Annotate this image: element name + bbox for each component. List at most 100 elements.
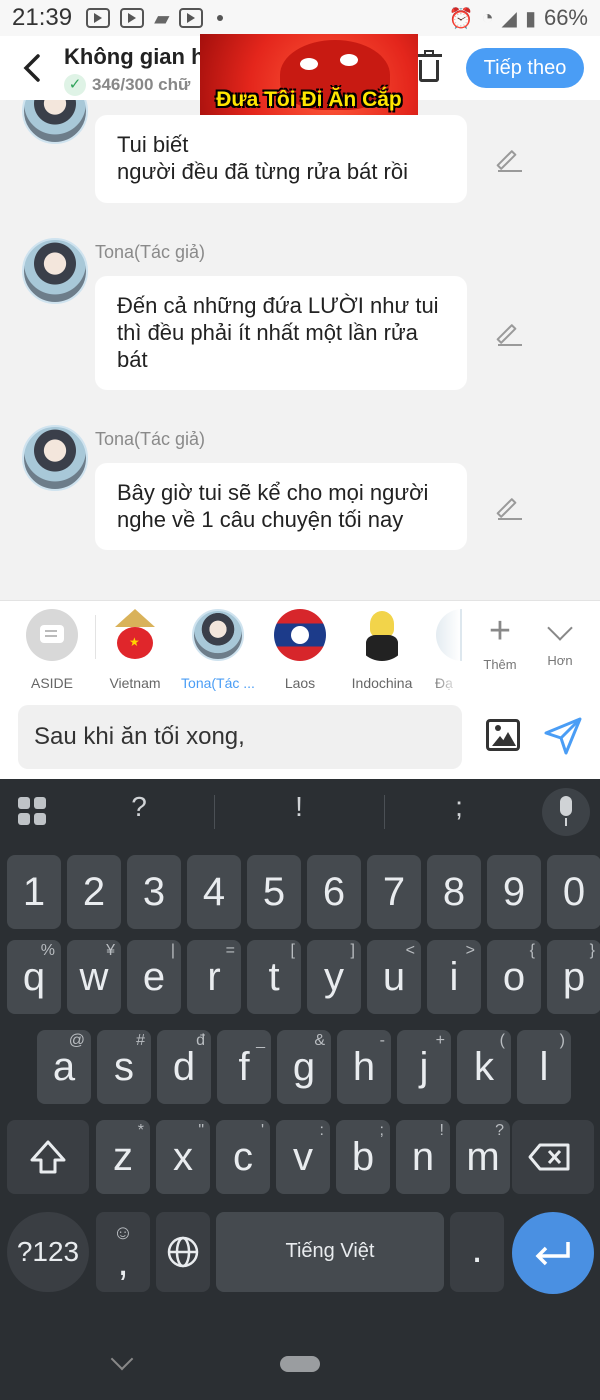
character-vietnam[interactable]: ★ Vietnam bbox=[97, 609, 173, 691]
message-text: Tui biết bbox=[117, 132, 189, 157]
more-button[interactable]: Hơn bbox=[530, 611, 590, 668]
home-gesture-bar[interactable] bbox=[280, 1356, 320, 1372]
hide-keyboard-icon[interactable] bbox=[110, 1347, 134, 1371]
message-input[interactable] bbox=[18, 705, 462, 769]
key-f[interactable]: f _ bbox=[217, 1030, 271, 1104]
key-y[interactable]: y] bbox=[307, 940, 361, 1014]
back-button[interactable] bbox=[18, 50, 48, 86]
media-notification-icon bbox=[86, 8, 111, 28]
delete-button[interactable] bbox=[414, 50, 444, 84]
suggestion[interactable]: ! bbox=[224, 791, 374, 823]
enter-icon bbox=[535, 1242, 570, 1266]
battery-percent: 66% bbox=[543, 5, 588, 30]
key-b[interactable]: b; bbox=[336, 1120, 390, 1194]
add-character-button[interactable]: + Thêm bbox=[470, 611, 530, 672]
character-selector: ASIDE ★ Vietnam Tona(Tác ... Laos Indoch… bbox=[0, 600, 600, 695]
key-hint: ¥ bbox=[106, 942, 115, 959]
key-i[interactable]: i > bbox=[427, 940, 481, 1014]
image-button[interactable] bbox=[486, 719, 520, 751]
key-0[interactable]: 0 bbox=[547, 855, 600, 929]
key-label: 0 bbox=[562, 870, 586, 914]
wifi-icon: ◔ bbox=[481, 6, 494, 29]
avatar: ★ bbox=[109, 609, 161, 661]
key-label: 8 bbox=[442, 870, 466, 914]
key-7[interactable]: 7 bbox=[367, 855, 421, 929]
key-label: 6 bbox=[322, 870, 346, 914]
key-label: 9 bbox=[502, 870, 526, 914]
message-text: người đều đã từng rửa bát rồi bbox=[117, 159, 408, 184]
keyboard-menu-button[interactable] bbox=[18, 797, 48, 827]
key-d[interactable]: dđ bbox=[157, 1030, 211, 1104]
key-4[interactable]: 4 bbox=[187, 855, 241, 929]
language-key[interactable] bbox=[156, 1212, 210, 1292]
shift-key[interactable] bbox=[7, 1120, 89, 1194]
message-bubble[interactable]: Bây giờ tui sẽ kể cho mọi người nghe về … bbox=[95, 463, 467, 550]
key-x[interactable]: x " bbox=[156, 1120, 210, 1194]
key-j[interactable]: j + bbox=[397, 1030, 451, 1104]
key-3[interactable]: 3 bbox=[127, 855, 181, 929]
avatar[interactable] bbox=[22, 238, 88, 304]
character-indochina[interactable]: Indochina bbox=[344, 609, 420, 691]
key-u[interactable]: u < bbox=[367, 940, 421, 1014]
comma-key[interactable]: , ☺ bbox=[96, 1212, 150, 1292]
key-8[interactable]: 8 bbox=[427, 855, 481, 929]
key-o[interactable]: o{ bbox=[487, 940, 541, 1014]
key-v[interactable]: v: bbox=[276, 1120, 330, 1194]
period-key[interactable]: . bbox=[450, 1212, 504, 1292]
key-z[interactable]: z * bbox=[96, 1120, 150, 1194]
key-hint: ' bbox=[260, 1122, 264, 1139]
key-6[interactable]: 6 bbox=[307, 855, 361, 929]
message-text: Đến cả những đứa LƯỜI như tui thì đều ph… bbox=[117, 293, 439, 372]
avatar[interactable] bbox=[22, 425, 88, 491]
edit-icon[interactable] bbox=[496, 322, 522, 346]
edit-icon[interactable] bbox=[496, 496, 522, 520]
key-label: 7 bbox=[382, 870, 406, 914]
key-k[interactable]: k( bbox=[457, 1030, 511, 1104]
key-g[interactable]: g & bbox=[277, 1030, 331, 1104]
key-label: 5 bbox=[262, 870, 286, 914]
suggestion-strip: ? ! ; bbox=[0, 779, 600, 845]
key-c[interactable]: c ' bbox=[216, 1120, 270, 1194]
key-e[interactable]: e | bbox=[127, 940, 181, 1014]
edit-icon[interactable] bbox=[496, 148, 522, 172]
symbols-key[interactable]: ?123 bbox=[7, 1212, 89, 1292]
add-label: Thêm bbox=[483, 657, 517, 672]
suggestion[interactable]: ; bbox=[384, 791, 534, 823]
suggestion[interactable]: ? bbox=[64, 791, 214, 823]
voice-input-button[interactable] bbox=[542, 788, 590, 836]
key-p[interactable]: p} bbox=[547, 940, 600, 1014]
key-l[interactable]: l) bbox=[517, 1030, 571, 1104]
message-bubble[interactable]: Tui biết người đều đã từng rửa bát rồi bbox=[95, 115, 467, 203]
key-hint: - bbox=[379, 1032, 385, 1049]
divider bbox=[95, 615, 96, 659]
key-2[interactable]: 2 bbox=[67, 855, 121, 929]
space-key[interactable]: Tiếng Việt bbox=[216, 1212, 444, 1292]
key-5[interactable]: 5 bbox=[247, 855, 301, 929]
character-laos[interactable]: Laos bbox=[262, 609, 338, 691]
avatar bbox=[356, 609, 408, 661]
send-button[interactable] bbox=[540, 713, 586, 759]
backspace-key[interactable] bbox=[512, 1120, 594, 1194]
key-r[interactable]: r = bbox=[187, 940, 241, 1014]
app-notification-icon: ▰ bbox=[154, 7, 170, 30]
next-button[interactable]: Tiếp theo bbox=[466, 48, 584, 88]
key-n[interactable]: n! bbox=[396, 1120, 450, 1194]
key-hint: ) bbox=[559, 1032, 565, 1049]
key-s[interactable]: s # bbox=[97, 1030, 151, 1104]
key-9[interactable]: 9 bbox=[487, 855, 541, 929]
key-a[interactable]: a @ bbox=[37, 1030, 91, 1104]
character-aside[interactable]: ASIDE bbox=[14, 609, 90, 691]
shift-icon bbox=[30, 1140, 66, 1174]
character-tona[interactable]: Tona(Tác ... bbox=[180, 609, 256, 691]
check-icon: ✓ bbox=[64, 74, 86, 96]
avatar[interactable] bbox=[22, 100, 88, 144]
chat-area[interactable]: Tui biết người đều đã từng rửa bát rồi T… bbox=[0, 100, 600, 600]
key-m[interactable]: m? bbox=[456, 1120, 510, 1194]
key-w[interactable]: w ¥ bbox=[67, 940, 121, 1014]
key-h[interactable]: h- bbox=[337, 1030, 391, 1104]
message-bubble[interactable]: Đến cả những đứa LƯỜI như tui thì đều ph… bbox=[95, 276, 467, 390]
key-1[interactable]: 1 bbox=[7, 855, 61, 929]
enter-key[interactable] bbox=[512, 1212, 594, 1294]
key-t[interactable]: t[ bbox=[247, 940, 301, 1014]
key-q[interactable]: q% bbox=[7, 940, 61, 1014]
